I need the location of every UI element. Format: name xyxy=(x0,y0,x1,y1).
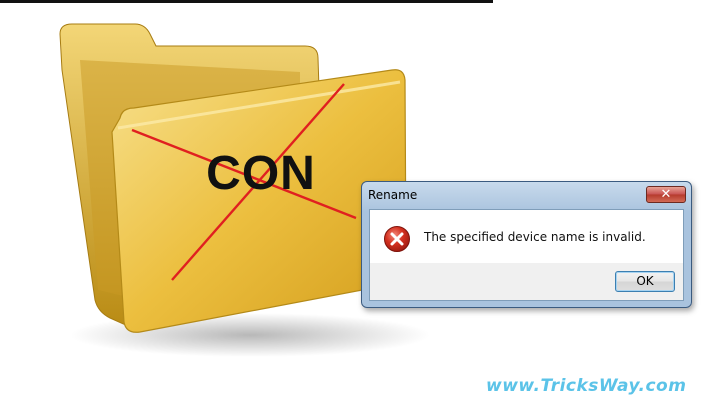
error-icon xyxy=(384,226,410,252)
folder-name-label: CON xyxy=(206,147,316,200)
dialog-title: Rename xyxy=(368,188,418,202)
dialog-body: The specified device name is invalid. OK xyxy=(369,209,684,301)
rename-dialog: Rename ✕ The specified device name is in… xyxy=(361,181,692,308)
dialog-titlebar[interactable]: Rename ✕ xyxy=(362,182,691,208)
watermark: www.TricksWay.com xyxy=(486,376,687,396)
close-icon: ✕ xyxy=(660,187,672,202)
ok-button[interactable]: OK xyxy=(615,271,675,292)
error-message: The specified device name is invalid. xyxy=(424,230,646,244)
close-button[interactable]: ✕ xyxy=(646,186,686,203)
message-area: The specified device name is invalid. xyxy=(370,210,683,263)
